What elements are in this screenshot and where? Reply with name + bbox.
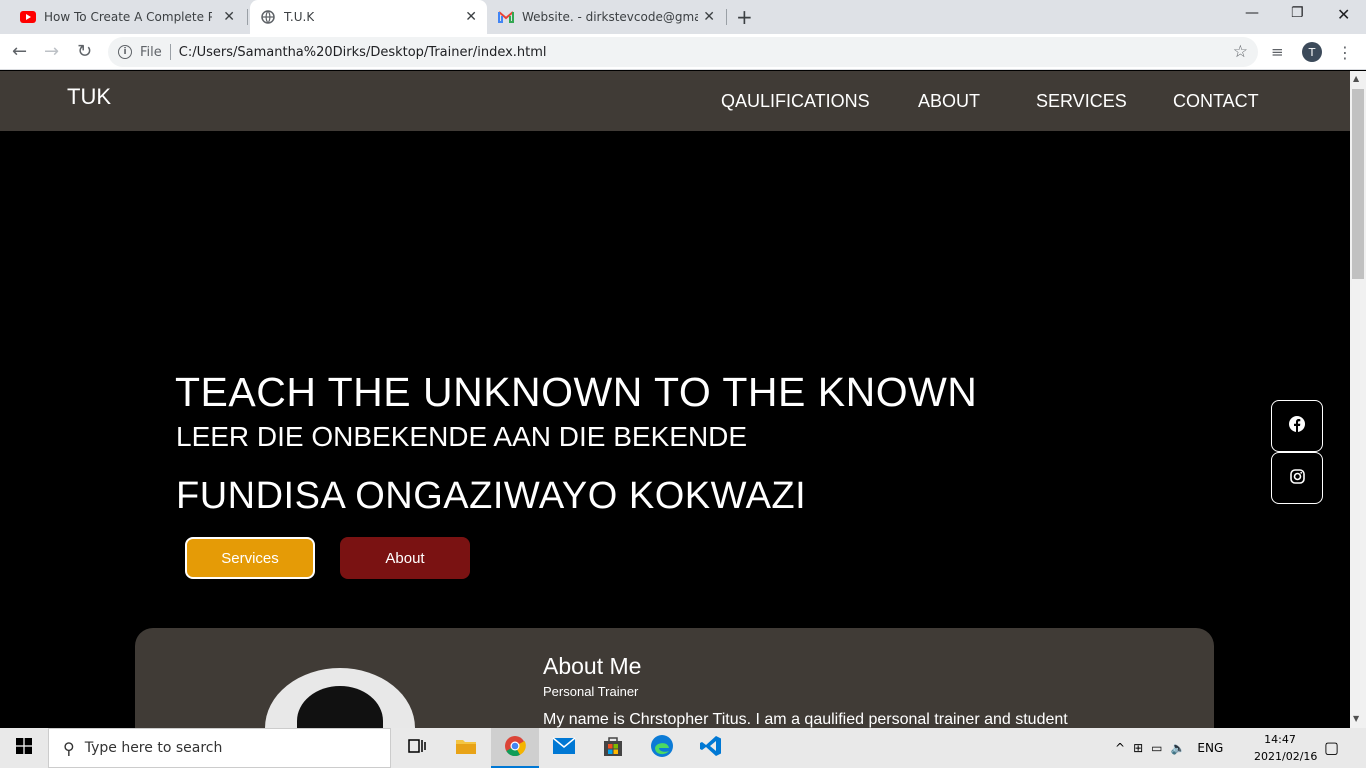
info-icon[interactable]: i	[118, 45, 132, 59]
nav-contact[interactable]: CONTACT	[1173, 91, 1259, 112]
tab-gmail[interactable]: Website. - dirkstevcode@gmail.c ✕	[488, 0, 725, 34]
new-tab-icon[interactable]: +	[736, 5, 753, 29]
site-navbar: TUK QAULIFICATIONS ABOUT SERVICES CONTAC…	[0, 71, 1350, 131]
tab-tuk[interactable]: T.U.K ✕	[250, 0, 487, 34]
minimize-icon[interactable]: —	[1245, 5, 1259, 21]
store-button[interactable]	[589, 728, 637, 768]
task-view-icon	[408, 738, 426, 758]
folder-icon	[455, 737, 477, 759]
reload-icon[interactable]: ↻	[77, 41, 92, 62]
instagram-link[interactable]	[1271, 452, 1323, 504]
about-title: About Me	[543, 653, 642, 679]
search-placeholder: Type here to search	[84, 740, 223, 756]
restore-icon[interactable]: ❐	[1291, 5, 1304, 21]
chrome-icon	[504, 735, 526, 761]
vscode-icon	[699, 734, 723, 762]
forward-icon[interactable]: →	[44, 41, 59, 62]
media-control-icon[interactable]: ≡	[1271, 43, 1284, 61]
hero-zulu-line: FUNDISA ONGAZIWAYO KOKWAZI	[176, 475, 807, 517]
tab-title: Website. - dirkstevcode@gmail.c	[522, 10, 698, 24]
store-icon	[602, 735, 624, 761]
tab-divider	[726, 9, 727, 25]
notifications-icon[interactable]: ▢	[1324, 738, 1339, 757]
address-bar[interactable]: i File C:/Users/Samantha%20Dirks/Desktop…	[108, 37, 1258, 67]
nav-services[interactable]: SERVICES	[1036, 91, 1127, 112]
page-viewport: TUK QAULIFICATIONS ABOUT SERVICES CONTAC…	[0, 71, 1350, 728]
url-scheme: File	[140, 44, 162, 60]
scroll-up-icon[interactable]: ▲	[1353, 74, 1359, 83]
youtube-icon	[20, 9, 36, 25]
close-tab-icon[interactable]: ✕	[703, 9, 715, 25]
about-button[interactable]: About	[340, 537, 470, 579]
tab-divider	[247, 9, 248, 25]
instagram-icon	[1289, 468, 1305, 488]
profile-photo	[265, 668, 415, 728]
url-text[interactable]: C:/Users/Samantha%20Dirks/Desktop/Traine…	[179, 45, 547, 60]
clock-date: 2021/02/16	[1254, 750, 1318, 763]
show-hidden-icons-icon[interactable]: ^	[1115, 741, 1125, 755]
windows-logo-icon	[16, 738, 32, 758]
hero-headline: TEACH THE UNKNOWN TO THE KNOWN	[175, 369, 978, 415]
tab-youtube[interactable]: How To Create A Complete Personal ✕	[0, 0, 245, 34]
volume-icon[interactable]: 🔈	[1170, 741, 1185, 755]
close-tab-icon[interactable]: ✕	[465, 9, 477, 25]
page-scrollbar[interactable]: ▲ ▼	[1350, 71, 1366, 728]
system-tray: ^ ⊞ ▭ 🔈 ENG	[1115, 728, 1223, 768]
facebook-link[interactable]	[1271, 400, 1323, 452]
services-button[interactable]: Services	[185, 537, 315, 579]
edge-button[interactable]	[638, 728, 686, 768]
language-indicator[interactable]: ENG	[1197, 741, 1223, 755]
globe-icon	[260, 9, 276, 25]
windows-taskbar: ⚲ Type here to search ^ ⊞ ▭ 🔈 ENG 14:47 …	[0, 728, 1366, 768]
taskbar-search[interactable]: ⚲ Type here to search	[48, 728, 391, 768]
vscode-button[interactable]	[687, 728, 735, 768]
mail-icon	[552, 737, 576, 759]
task-view-button[interactable]	[393, 728, 441, 768]
tab-title: How To Create A Complete Personal	[44, 10, 212, 24]
nav-qualifications[interactable]: QAULIFICATIONS	[721, 91, 870, 112]
nav-about[interactable]: ABOUT	[918, 91, 980, 112]
mail-button[interactable]	[540, 728, 588, 768]
close-tab-icon[interactable]: ✕	[223, 9, 235, 25]
site-logo[interactable]: TUK	[67, 84, 111, 110]
chrome-button[interactable]	[491, 728, 539, 768]
facebook-icon	[1289, 416, 1305, 436]
tab-title: T.U.K	[284, 10, 315, 24]
start-button[interactable]	[0, 728, 48, 768]
system-clock[interactable]: 14:47 2021/02/16	[1254, 731, 1318, 765]
edge-icon	[650, 734, 674, 762]
bookmark-star-icon[interactable]: ☆	[1233, 42, 1248, 62]
profile-avatar[interactable]: T	[1302, 42, 1322, 62]
file-explorer-button[interactable]	[442, 728, 490, 768]
network-icon[interactable]: ⊞	[1133, 741, 1143, 755]
battery-icon[interactable]: ▭	[1151, 741, 1162, 755]
window-close-icon[interactable]: ✕	[1337, 5, 1350, 24]
about-text: My name is Chrstopher Titus. I am a qaul…	[543, 711, 1068, 728]
scroll-down-icon[interactable]: ▼	[1353, 714, 1359, 723]
about-subtitle: Personal Trainer	[543, 684, 639, 699]
browser-tab-strip: How To Create A Complete Personal ✕ T.U.…	[0, 0, 1366, 34]
url-divider	[169, 44, 171, 60]
scroll-thumb[interactable]	[1352, 89, 1364, 279]
back-icon[interactable]: ←	[12, 41, 27, 62]
browser-toolbar: ← → ↻ i File C:/Users/Samantha%20Dirks/D…	[0, 34, 1366, 70]
hero-afrikaans-line: LEER DIE ONBEKENDE AAN DIE BEKENDE	[176, 421, 748, 452]
about-section: About Me Personal Trainer My name is Chr…	[135, 628, 1214, 728]
clock-time: 14:47	[1264, 733, 1296, 746]
menu-kebab-icon[interactable]: ⋮	[1337, 43, 1353, 62]
search-icon: ⚲	[63, 738, 75, 758]
gmail-icon	[498, 9, 514, 25]
